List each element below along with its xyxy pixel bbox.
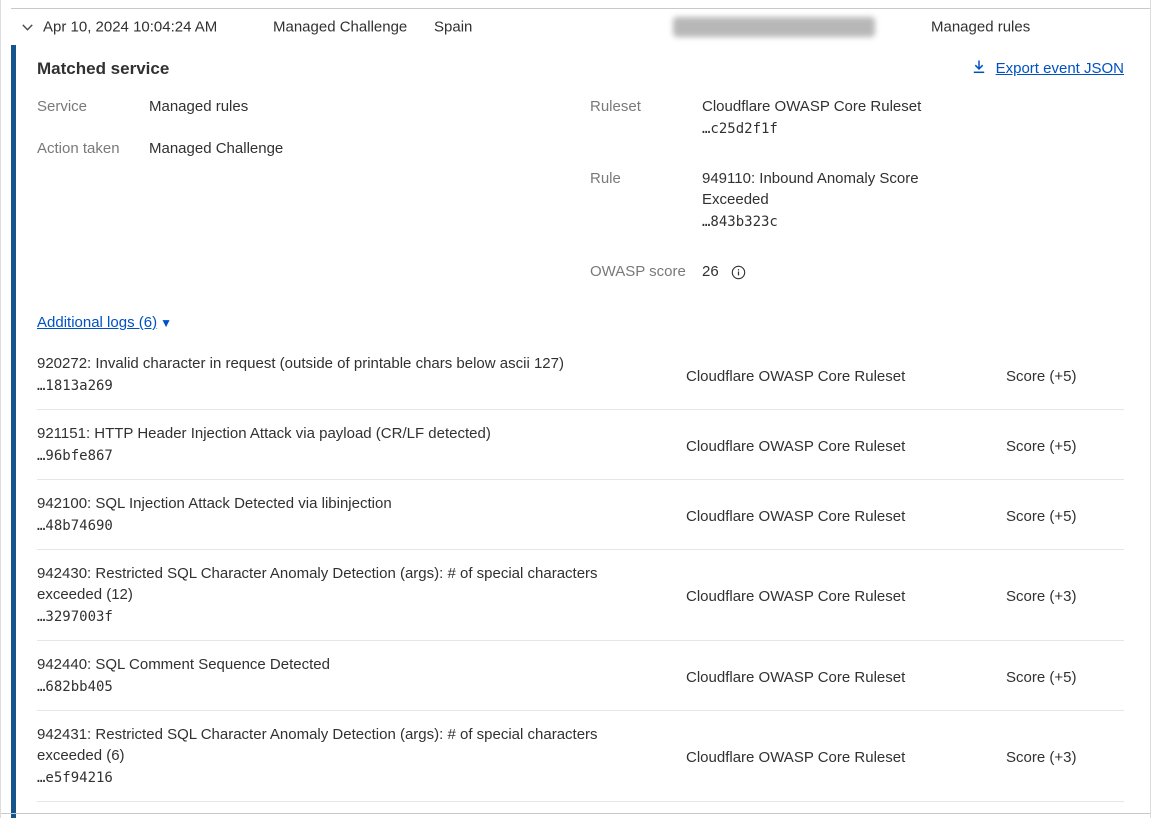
log-row: 920272: Invalid character in request (ou… <box>37 340 1124 410</box>
log-ruleset: Cloudflare OWASP Core Ruleset <box>686 506 1006 527</box>
log-row: 942100: SQL Injection Attack Detected vi… <box>37 480 1124 550</box>
log-score: Score (+5) <box>1006 366 1126 387</box>
ruleset-field: Ruleset Cloudflare OWASP Core Ruleset …c… <box>590 96 1124 142</box>
rule-label: Rule <box>590 168 702 235</box>
event-service: Managed rules <box>931 19 1030 36</box>
log-description: 942430: Restricted SQL Character Anomaly… <box>37 563 629 605</box>
service-label: Service <box>37 96 149 117</box>
additional-logs-label: Additional logs (6) <box>37 312 157 334</box>
ruleset-label: Ruleset <box>590 96 702 142</box>
additional-logs-toggle[interactable]: Additional logs (6) ▼ <box>37 312 172 334</box>
export-event-json-label: Export event JSON <box>996 58 1124 80</box>
action-taken-value: Managed Challenge <box>149 138 283 159</box>
log-score: Score (+5) <box>1006 667 1126 688</box>
additional-logs-table: 920272: Invalid character in request (ou… <box>37 340 1124 802</box>
log-score: Score (+5) <box>1006 436 1126 457</box>
log-description: 942100: SQL Injection Attack Detected vi… <box>37 493 629 514</box>
log-ruleset: Cloudflare OWASP Core Ruleset <box>686 436 1006 457</box>
rule-id: …843b323c <box>702 214 778 230</box>
owasp-score-field: OWASP score 26 <box>590 261 1124 282</box>
log-row: 942431: Restricted SQL Character Anomaly… <box>37 711 1124 802</box>
log-rule-id: …48b74690 <box>37 514 686 539</box>
log-row: 921151: HTTP Header Injection Attack via… <box>37 410 1124 480</box>
log-rule-id: …682bb405 <box>37 675 686 700</box>
service-field: Service Managed rules <box>37 96 590 117</box>
event-table-frame: Apr 10, 2024 10:04:24 AM Managed Challen… <box>0 0 1151 818</box>
info-icon[interactable] <box>731 265 746 280</box>
log-rule-id: …3297003f <box>37 605 686 630</box>
log-ruleset: Cloudflare OWASP Core Ruleset <box>686 366 1006 387</box>
ruleset-name: Cloudflare OWASP Core Ruleset <box>702 98 921 115</box>
ruleset-id: …c25d2f1f <box>702 121 778 137</box>
log-score: Score (+3) <box>1006 747 1126 768</box>
owasp-score-value: 26 <box>702 261 719 282</box>
event-summary-row[interactable]: Apr 10, 2024 10:04:24 AM Managed Challen… <box>11 8 1150 45</box>
log-rule-id: …e5f94216 <box>37 766 686 791</box>
event-redacted-host <box>673 17 875 37</box>
chevron-down-icon[interactable] <box>16 16 38 38</box>
log-row: 942440: SQL Comment Sequence Detected …6… <box>37 641 1124 711</box>
caret-down-icon: ▼ <box>160 316 172 330</box>
owasp-score-label: OWASP score <box>590 261 702 282</box>
action-taken-field: Action taken Managed Challenge <box>37 138 590 159</box>
download-icon <box>971 59 987 79</box>
event-action: Managed Challenge <box>273 19 407 36</box>
log-score: Score (+5) <box>1006 506 1126 527</box>
action-taken-label: Action taken <box>37 138 149 159</box>
rule-field: Rule 949110: Inbound Anomaly Score Excee… <box>590 168 1124 235</box>
log-ruleset: Cloudflare OWASP Core Ruleset <box>686 667 1006 688</box>
service-value: Managed rules <box>149 96 248 117</box>
event-timestamp: Apr 10, 2024 10:04:24 AM <box>43 19 217 36</box>
log-rule-id: …96bfe867 <box>37 444 686 469</box>
log-ruleset: Cloudflare OWASP Core Ruleset <box>686 747 1006 768</box>
log-description: 942431: Restricted SQL Character Anomaly… <box>37 724 629 766</box>
log-description: 920272: Invalid character in request (ou… <box>37 353 629 374</box>
rule-name: 949110: Inbound Anomaly Score Exceeded <box>702 170 919 208</box>
log-rule-id: …1813a269 <box>37 374 686 399</box>
log-score: Score (+3) <box>1006 586 1126 607</box>
log-ruleset: Cloudflare OWASP Core Ruleset <box>686 586 1006 607</box>
log-description: 921151: HTTP Header Injection Attack via… <box>37 423 629 444</box>
event-country: Spain <box>434 19 472 36</box>
log-row: 942430: Restricted SQL Character Anomaly… <box>37 550 1124 641</box>
event-detail-panel: Matched service Export event JSON Servic… <box>1 45 1150 814</box>
export-event-json-link[interactable]: Export event JSON <box>971 58 1124 80</box>
matched-service-title: Matched service <box>37 58 169 80</box>
log-description: 942440: SQL Comment Sequence Detected <box>37 654 629 675</box>
